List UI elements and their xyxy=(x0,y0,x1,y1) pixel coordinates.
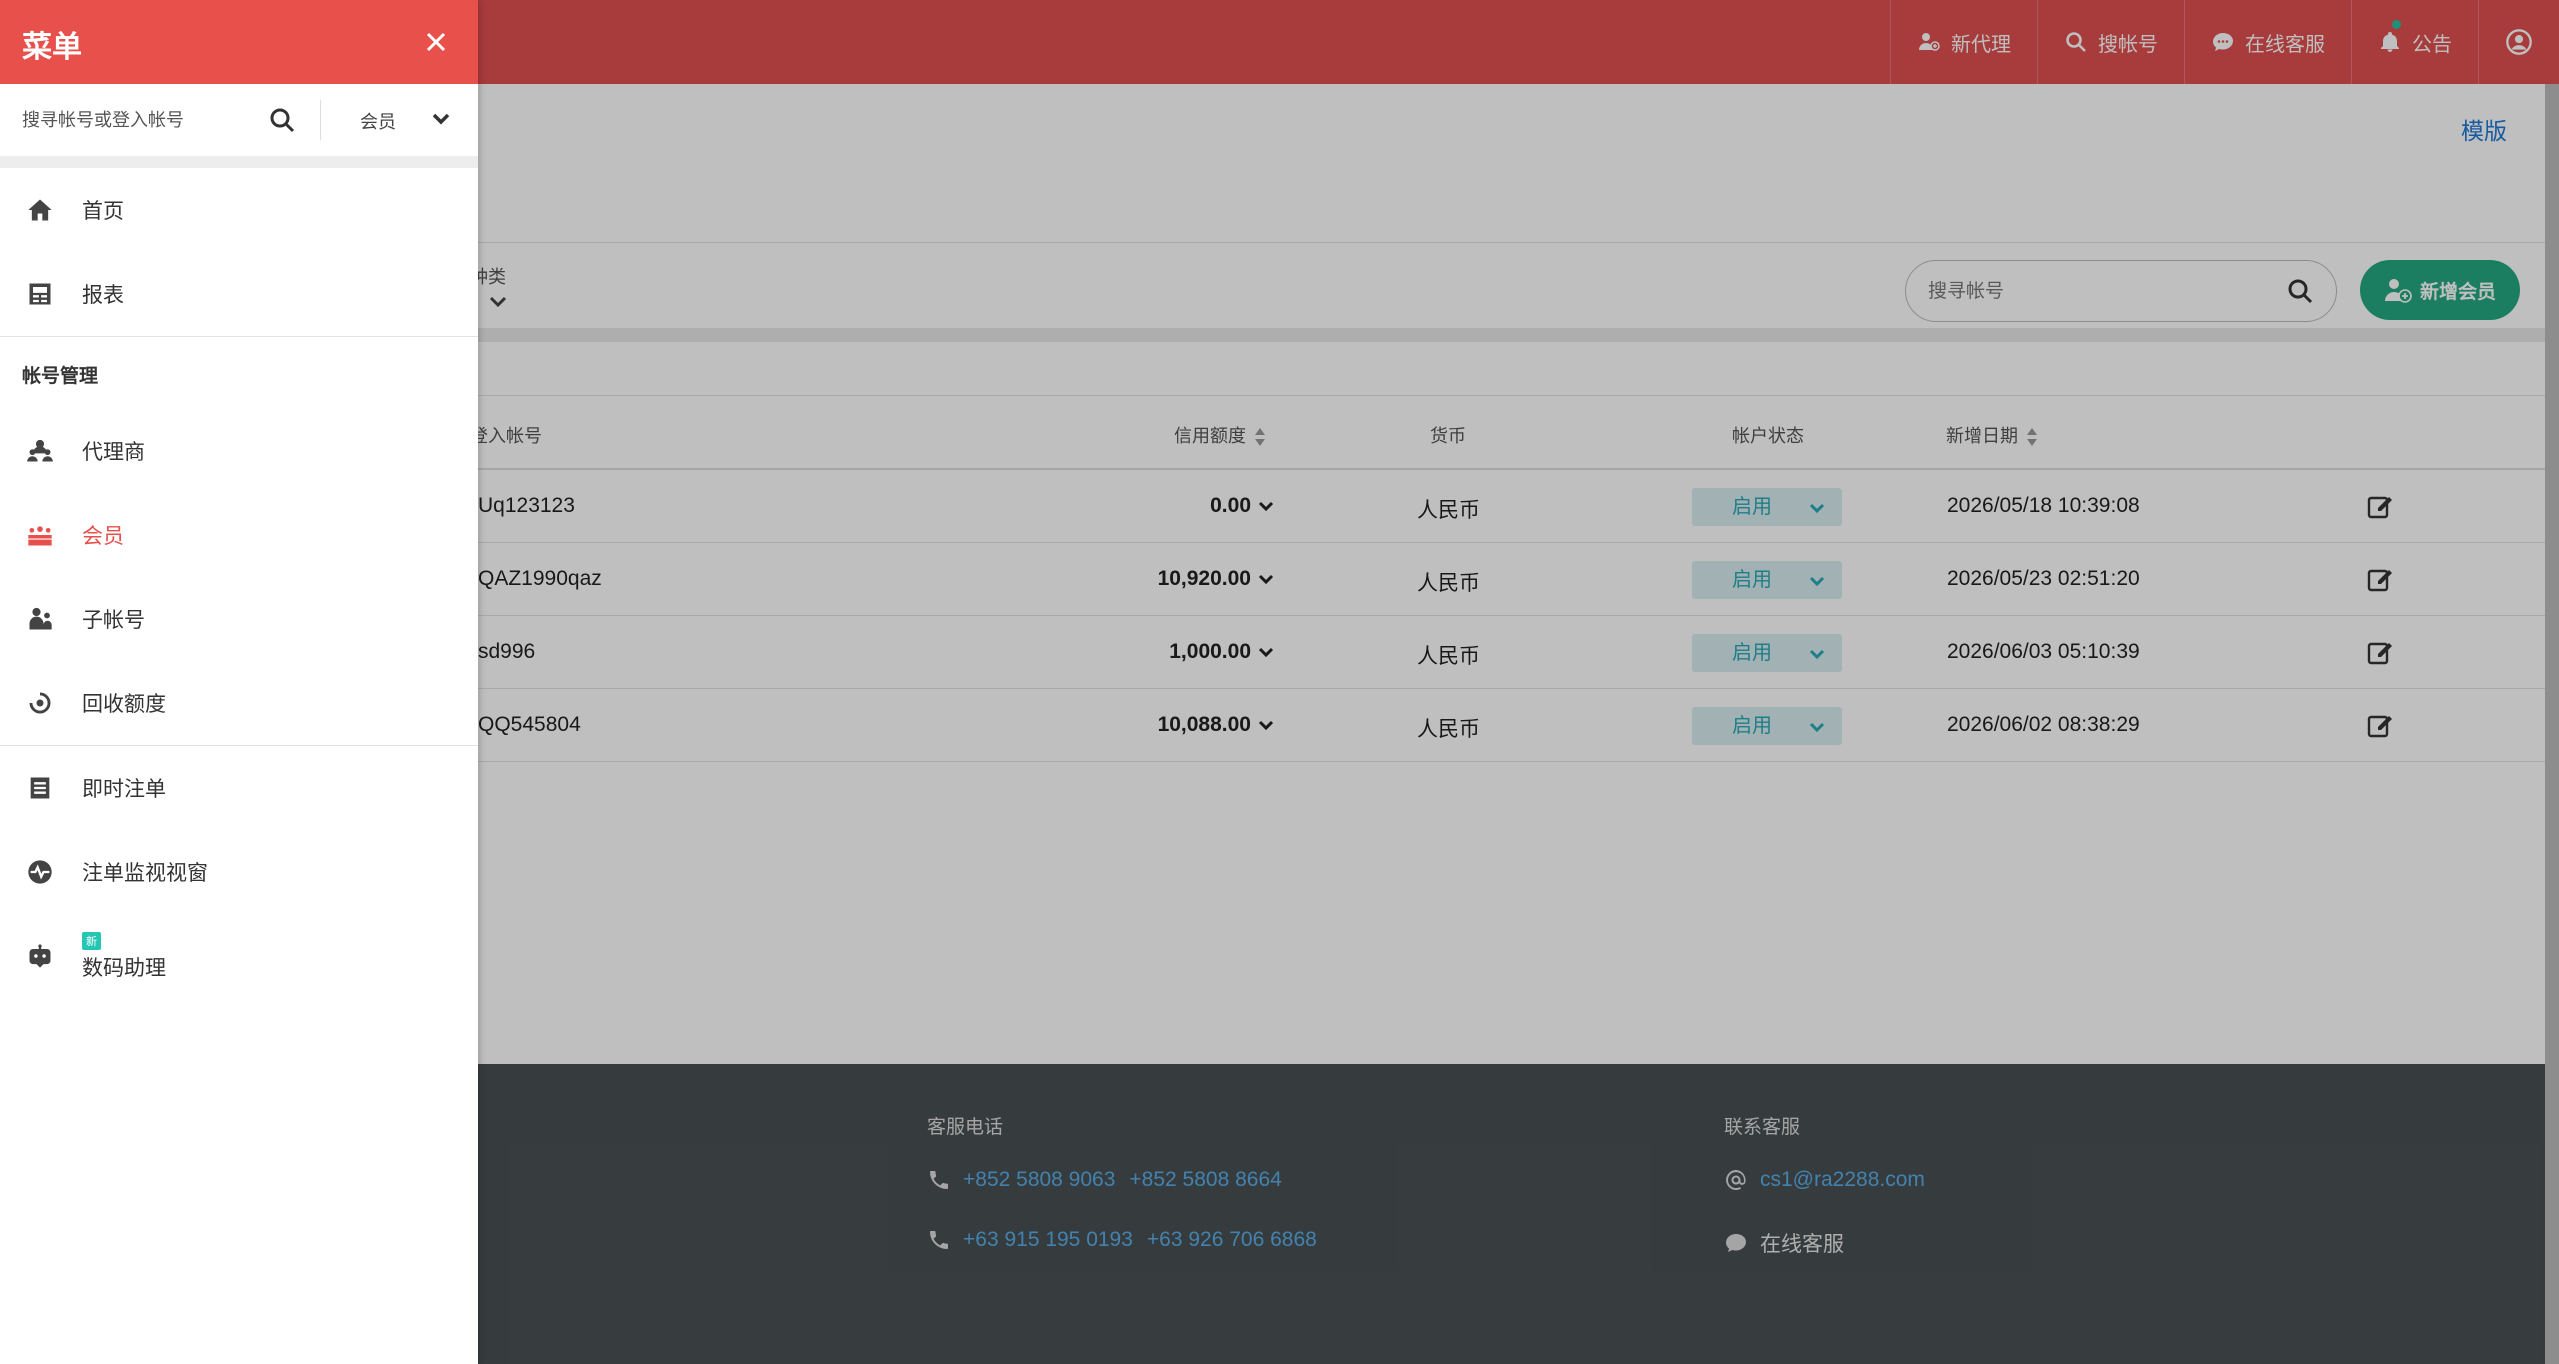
close-button[interactable] xyxy=(418,24,454,60)
menu-item-reports[interactable]: 报表 xyxy=(0,252,478,336)
menu-item-list: 首页 报表 帐号管理 代理商 会员 子帐号 回收额度 即时注单 注单监视视窗 新… xyxy=(0,168,478,998)
menu-item-label: 数码助理 xyxy=(82,957,166,980)
menu-title: 菜单 xyxy=(22,31,82,64)
menu-item-sub-accounts[interactable]: 子帐号 xyxy=(0,577,478,661)
agents-icon xyxy=(27,439,53,462)
report-icon xyxy=(29,283,51,305)
menu-header: 菜单 xyxy=(0,0,478,84)
search-icon[interactable] xyxy=(268,106,296,134)
menu-item-label: 即时注单 xyxy=(82,778,166,801)
close-icon xyxy=(426,32,446,52)
new-badge: 新 xyxy=(82,932,101,950)
menu-section-account: 帐号管理 xyxy=(0,337,478,409)
side-menu: 菜单 会员 首页 报表 帐号管理 代理商 会员 xyxy=(0,0,478,1364)
chevron-down-icon[interactable] xyxy=(430,108,452,130)
menu-search-bar: 会员 xyxy=(0,84,478,168)
menu-item-label: 首页 xyxy=(82,200,124,223)
menu-item-label: 回收额度 xyxy=(82,693,166,716)
menu-item-live-bets[interactable]: 即时注单 xyxy=(0,746,478,830)
menu-item-label: 注单监视视窗 xyxy=(82,862,208,885)
robot-icon xyxy=(29,944,51,968)
menu-item-label: 报表 xyxy=(82,284,124,307)
recycle-icon xyxy=(29,692,51,714)
menu-item-label: 代理商 xyxy=(82,441,145,464)
search-divider xyxy=(320,100,321,140)
monitor-pulse-icon xyxy=(28,860,52,884)
home-icon xyxy=(28,199,52,221)
members-icon xyxy=(28,526,52,546)
section-title: 帐号管理 xyxy=(22,366,99,387)
menu-item-digital-assistant[interactable]: 新 数码助理 xyxy=(0,914,478,998)
menu-search-input[interactable] xyxy=(22,104,252,136)
role-select[interactable]: 会员 xyxy=(360,108,396,134)
menu-item-agents[interactable]: 代理商 xyxy=(0,409,478,493)
menu-item-label: 子帐号 xyxy=(82,609,145,632)
menu-item-home[interactable]: 首页 xyxy=(0,168,478,252)
sub-account-icon xyxy=(29,607,52,630)
menu-item-bet-monitor[interactable]: 注单监视视窗 xyxy=(0,830,478,914)
list-icon xyxy=(30,777,50,799)
menu-item-recycle-credit[interactable]: 回收额度 xyxy=(0,661,478,745)
menu-item-label: 会员 xyxy=(82,525,124,548)
menu-item-members[interactable]: 会员 xyxy=(0,493,478,577)
